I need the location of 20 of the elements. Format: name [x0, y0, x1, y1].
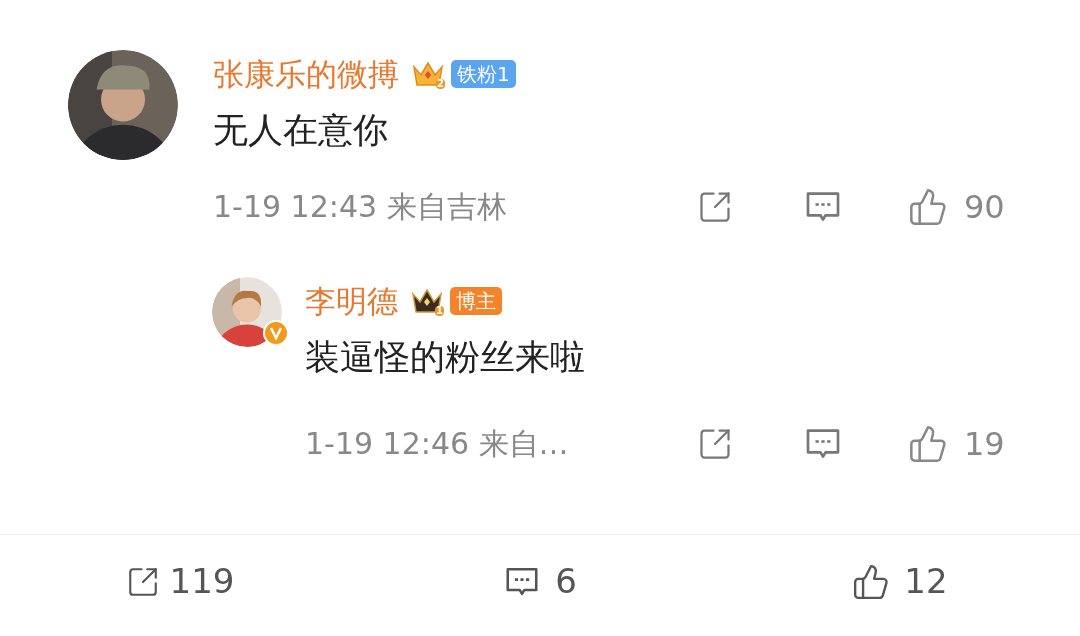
share-count-button[interactable]: 119 — [125, 556, 235, 607]
crown-level: 1 — [435, 306, 444, 316]
like-count-button[interactable]: 12 — [852, 556, 948, 607]
crown-icon — [410, 286, 444, 316]
thumbs-up-icon — [908, 186, 948, 227]
username[interactable]: 张康乐的微搏 — [213, 50, 399, 98]
crown-icon — [411, 59, 445, 89]
badge: 铁粉1 — [451, 60, 516, 88]
username[interactable]: 李明德 — [305, 277, 398, 325]
thumbs-up-icon — [908, 423, 948, 464]
crown-level: 2 — [436, 79, 445, 89]
thumbs-up-icon — [852, 562, 891, 601]
comment-time: 1-19 12:46 来自… — [305, 425, 570, 463]
like-button[interactable]: 19 — [908, 423, 1040, 464]
comment-count-button[interactable]: 6 — [503, 556, 577, 607]
like-button[interactable]: 90 — [908, 186, 1040, 227]
badge: 博主 — [450, 287, 502, 315]
comment-text: 装逼怪的粉丝来啦 — [305, 336, 586, 379]
comment-time: 1-19 12:43 来自吉林 — [213, 188, 508, 226]
comment-text: 无人在意你 — [213, 109, 389, 152]
